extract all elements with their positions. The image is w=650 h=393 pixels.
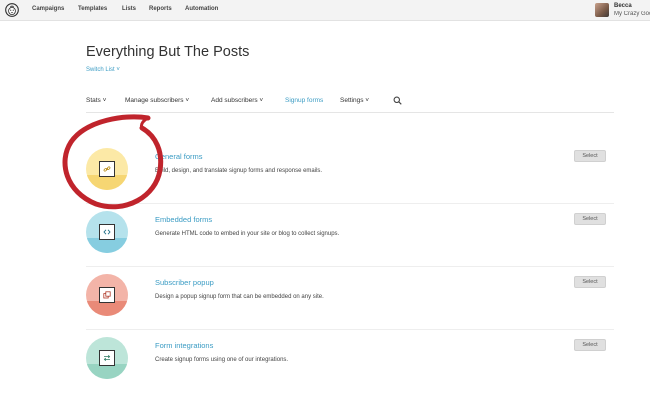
subscriber-popup-title[interactable]: Subscriber popup xyxy=(155,278,214,287)
general-forms-select-button[interactable]: Select xyxy=(574,150,606,162)
form-integrations-title[interactable]: Form integrations xyxy=(155,341,213,350)
nav-reports[interactable]: Reports xyxy=(149,6,172,12)
nav-templates[interactable]: Templates xyxy=(78,6,107,12)
subnav-signup-forms[interactable]: Signup forms xyxy=(285,97,323,104)
subnav-add-subscribers[interactable]: Add subscribers ˅ xyxy=(211,97,263,104)
form-integrations-select-button[interactable]: Select xyxy=(574,339,606,351)
page-title: Everything But The Posts xyxy=(86,44,250,60)
user-name[interactable]: Becca xyxy=(614,3,632,9)
nav-lists[interactable]: Lists xyxy=(122,6,136,12)
switch-list-link[interactable]: Switch List ˅ xyxy=(86,67,120,73)
embedded-forms-description: Generate HTML code to embed in your site… xyxy=(155,231,340,237)
row-divider xyxy=(86,329,614,330)
embedded-forms-select-button[interactable]: Select xyxy=(574,213,606,225)
list-item-subscriber-popup[interactable]: Subscriber popup Design a popup signup f… xyxy=(86,274,614,330)
form-integrations-description: Create signup forms using one of our int… xyxy=(155,357,289,363)
highlight-circle-annotation xyxy=(62,114,164,210)
search-icon[interactable] xyxy=(393,96,402,105)
mailchimp-logo-icon[interactable] xyxy=(5,3,19,17)
subscriber-popup-description: Design a popup signup form that can be e… xyxy=(155,294,324,300)
subscriber-popup-badge xyxy=(86,274,128,316)
subscriber-popup-select-button[interactable]: Select xyxy=(574,276,606,288)
subnav-stats[interactable]: Stats ˅ xyxy=(86,97,106,104)
code-icon xyxy=(99,224,115,240)
subnav-manage-subscribers[interactable]: Manage subscribers ˅ xyxy=(125,97,189,104)
user-account-name[interactable]: My Crazy Goo xyxy=(614,11,650,17)
embedded-forms-badge xyxy=(86,211,128,253)
general-forms-description: Build, design, and translate signup form… xyxy=(155,168,323,174)
embedded-forms-title[interactable]: Embedded forms xyxy=(155,215,212,224)
nav-campaigns[interactable]: Campaigns xyxy=(32,6,64,12)
row-divider xyxy=(86,266,614,267)
subnav-settings[interactable]: Settings ˅ xyxy=(340,97,369,104)
nav-automation[interactable]: Automation xyxy=(185,6,218,12)
avatar[interactable] xyxy=(595,3,609,17)
list-item-form-integrations[interactable]: Form integrations Create signup forms us… xyxy=(86,337,614,393)
form-integrations-badge xyxy=(86,337,128,379)
popup-icon xyxy=(99,287,115,303)
top-nav-bar: Campaigns Templates Lists Reports Automa… xyxy=(0,0,650,21)
list-item-embedded-forms[interactable]: Embedded forms Generate HTML code to emb… xyxy=(86,211,614,267)
integration-arrows-icon xyxy=(99,350,115,366)
